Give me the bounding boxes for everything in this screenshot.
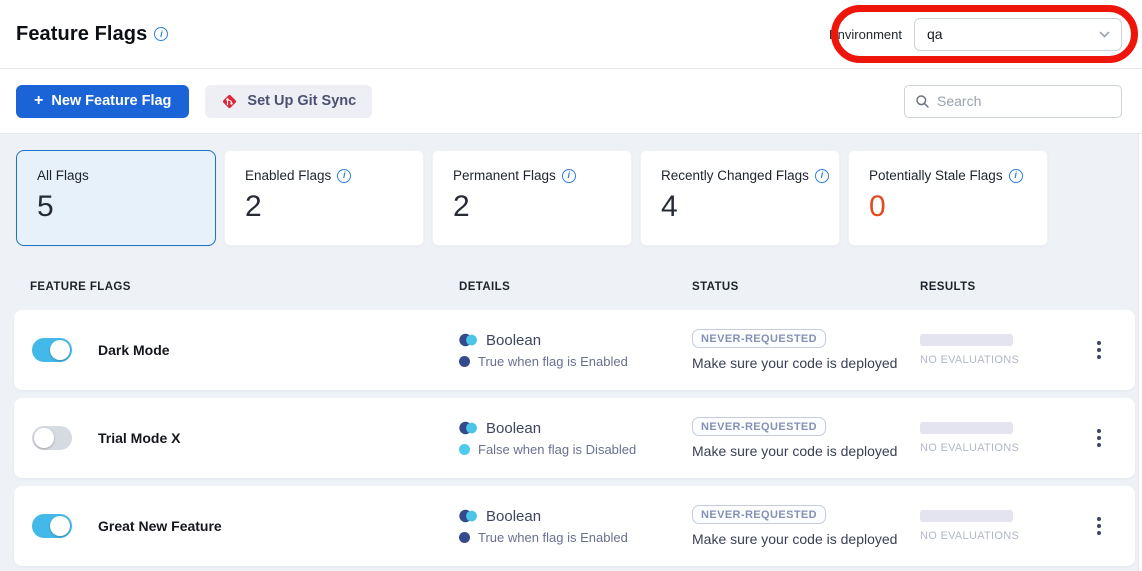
toolbar: + New Feature Flag Set Up Git Sync	[0, 69, 1142, 134]
environment-value: qa	[927, 26, 943, 42]
info-icon[interactable]: i	[562, 169, 576, 183]
flag-toggle[interactable]	[32, 338, 72, 362]
new-feature-flag-button[interactable]: + New Feature Flag	[16, 85, 189, 118]
kebab-menu-icon[interactable]	[1091, 511, 1107, 541]
stat-card-all-flags[interactable]: All Flags 5	[16, 150, 216, 246]
column-header-results: RESULTS	[920, 281, 1062, 293]
search-input[interactable]	[937, 93, 1118, 109]
feature-flags-page: Feature Flags i Environment qa + New Fea…	[0, 0, 1142, 571]
info-icon[interactable]: i	[1009, 169, 1023, 183]
value-dot-icon	[459, 532, 470, 543]
results-text: NO EVALUATIONS	[920, 442, 1062, 454]
flag-name[interactable]: Great New Feature	[98, 518, 222, 534]
plus-icon: +	[34, 93, 43, 109]
title-wrap: Feature Flags i	[16, 23, 168, 46]
git-icon	[221, 93, 238, 110]
status-cell: NEVER-REQUESTED Make sure your code is d…	[692, 329, 920, 371]
flag-cell: Great New Feature	[14, 514, 459, 538]
status-badge: NEVER-REQUESTED	[692, 417, 826, 436]
status-text: Make sure your code is deployed	[692, 531, 897, 547]
chevron-down-icon	[1098, 28, 1111, 41]
column-header-status: STATUS	[692, 281, 920, 293]
flag-type: Boolean	[486, 332, 541, 349]
git-sync-button[interactable]: Set Up Git Sync	[205, 85, 372, 118]
header-bar: Feature Flags i Environment qa	[0, 0, 1142, 69]
git-sync-label: Set Up Git Sync	[247, 93, 356, 109]
stat-value: 0	[869, 190, 1047, 224]
page-title: Feature Flags	[16, 23, 147, 46]
status-text: Make sure your code is deployed	[692, 355, 897, 371]
details-cell: Boolean False when flag is Disabled	[459, 420, 692, 457]
results-cell: NO EVALUATIONS	[920, 422, 1062, 454]
stats-row: All Flags 5 Enabled Flags i 2 Permanent …	[0, 150, 1138, 246]
stat-card-permanent-flags[interactable]: Permanent Flags i 2	[432, 150, 632, 246]
search-icon	[915, 94, 930, 109]
flag-detail: False when flag is Disabled	[478, 442, 636, 457]
status-cell: NEVER-REQUESTED Make sure your code is d…	[692, 417, 920, 459]
details-cell: Boolean True when flag is Enabled	[459, 332, 692, 369]
details-cell: Boolean True when flag is Enabled	[459, 508, 692, 545]
table-row: Great New Feature Boolean True when flag…	[14, 486, 1135, 566]
results-text: NO EVALUATIONS	[920, 354, 1062, 366]
boolean-type-icon	[459, 333, 478, 347]
search-box	[904, 85, 1122, 118]
environment-picker: Environment qa	[829, 18, 1122, 51]
value-dot-icon	[459, 356, 470, 367]
flag-detail: True when flag is Enabled	[478, 530, 628, 545]
environment-select[interactable]: qa	[914, 18, 1122, 51]
column-header-spacer	[1062, 281, 1138, 293]
kebab-menu-icon[interactable]	[1091, 423, 1107, 453]
info-icon[interactable]: i	[337, 169, 351, 183]
boolean-type-icon	[459, 509, 478, 523]
environment-label: Environment	[829, 27, 902, 42]
results-cell: NO EVALUATIONS	[920, 334, 1062, 366]
new-feature-flag-label: New Feature Flag	[51, 93, 171, 109]
flag-detail: True when flag is Enabled	[478, 354, 628, 369]
stat-label: Permanent Flags	[453, 168, 556, 183]
boolean-type-icon	[459, 421, 478, 435]
value-dot-icon	[459, 444, 470, 455]
stat-card-recently-changed-flags[interactable]: Recently Changed Flags i 4	[640, 150, 840, 246]
stat-value: 4	[661, 190, 839, 224]
column-header-feature-flags: FEATURE FLAGS	[14, 281, 459, 293]
flag-cell: Trial Mode X	[14, 426, 459, 450]
info-icon[interactable]: i	[815, 169, 829, 183]
stat-label: All Flags	[37, 168, 89, 183]
flag-type: Boolean	[486, 420, 541, 437]
results-bar	[920, 510, 1013, 522]
stat-value: 5	[37, 190, 215, 224]
stat-card-potentially-stale-flags[interactable]: Potentially Stale Flags i 0	[848, 150, 1048, 246]
table-header-row: FEATURE FLAGS DETAILS STATUS RESULTS	[14, 272, 1138, 302]
status-cell: NEVER-REQUESTED Make sure your code is d…	[692, 505, 920, 547]
stat-label: Potentially Stale Flags	[869, 168, 1003, 183]
flag-cell: Dark Mode	[14, 338, 459, 362]
info-icon[interactable]: i	[154, 27, 168, 41]
table-row: Trial Mode X Boolean False when flag is …	[14, 398, 1135, 478]
flag-name[interactable]: Trial Mode X	[98, 430, 180, 446]
stat-label: Recently Changed Flags	[661, 168, 809, 183]
table-row: Dark Mode Boolean True when flag is Enab…	[14, 310, 1135, 390]
stat-value: 2	[453, 190, 631, 224]
results-cell: NO EVALUATIONS	[920, 510, 1062, 542]
status-text: Make sure your code is deployed	[692, 443, 897, 459]
column-header-details: DETAILS	[459, 281, 692, 293]
stat-label: Enabled Flags	[245, 168, 331, 183]
content-section: All Flags 5 Enabled Flags i 2 Permanent …	[0, 134, 1139, 571]
flag-name[interactable]: Dark Mode	[98, 342, 170, 358]
flags-table: FEATURE FLAGS DETAILS STATUS RESULTS Dar…	[0, 272, 1138, 566]
status-badge: NEVER-REQUESTED	[692, 329, 826, 348]
stat-value: 2	[245, 190, 423, 224]
menu-cell	[1062, 511, 1135, 541]
flag-toggle[interactable]	[32, 426, 72, 450]
results-text: NO EVALUATIONS	[920, 530, 1062, 542]
status-badge: NEVER-REQUESTED	[692, 505, 826, 524]
kebab-menu-icon[interactable]	[1091, 335, 1107, 365]
results-bar	[920, 422, 1013, 434]
flag-type: Boolean	[486, 508, 541, 525]
stat-card-enabled-flags[interactable]: Enabled Flags i 2	[224, 150, 424, 246]
menu-cell	[1062, 423, 1135, 453]
flag-toggle[interactable]	[32, 514, 72, 538]
results-bar	[920, 334, 1013, 346]
menu-cell	[1062, 335, 1135, 365]
